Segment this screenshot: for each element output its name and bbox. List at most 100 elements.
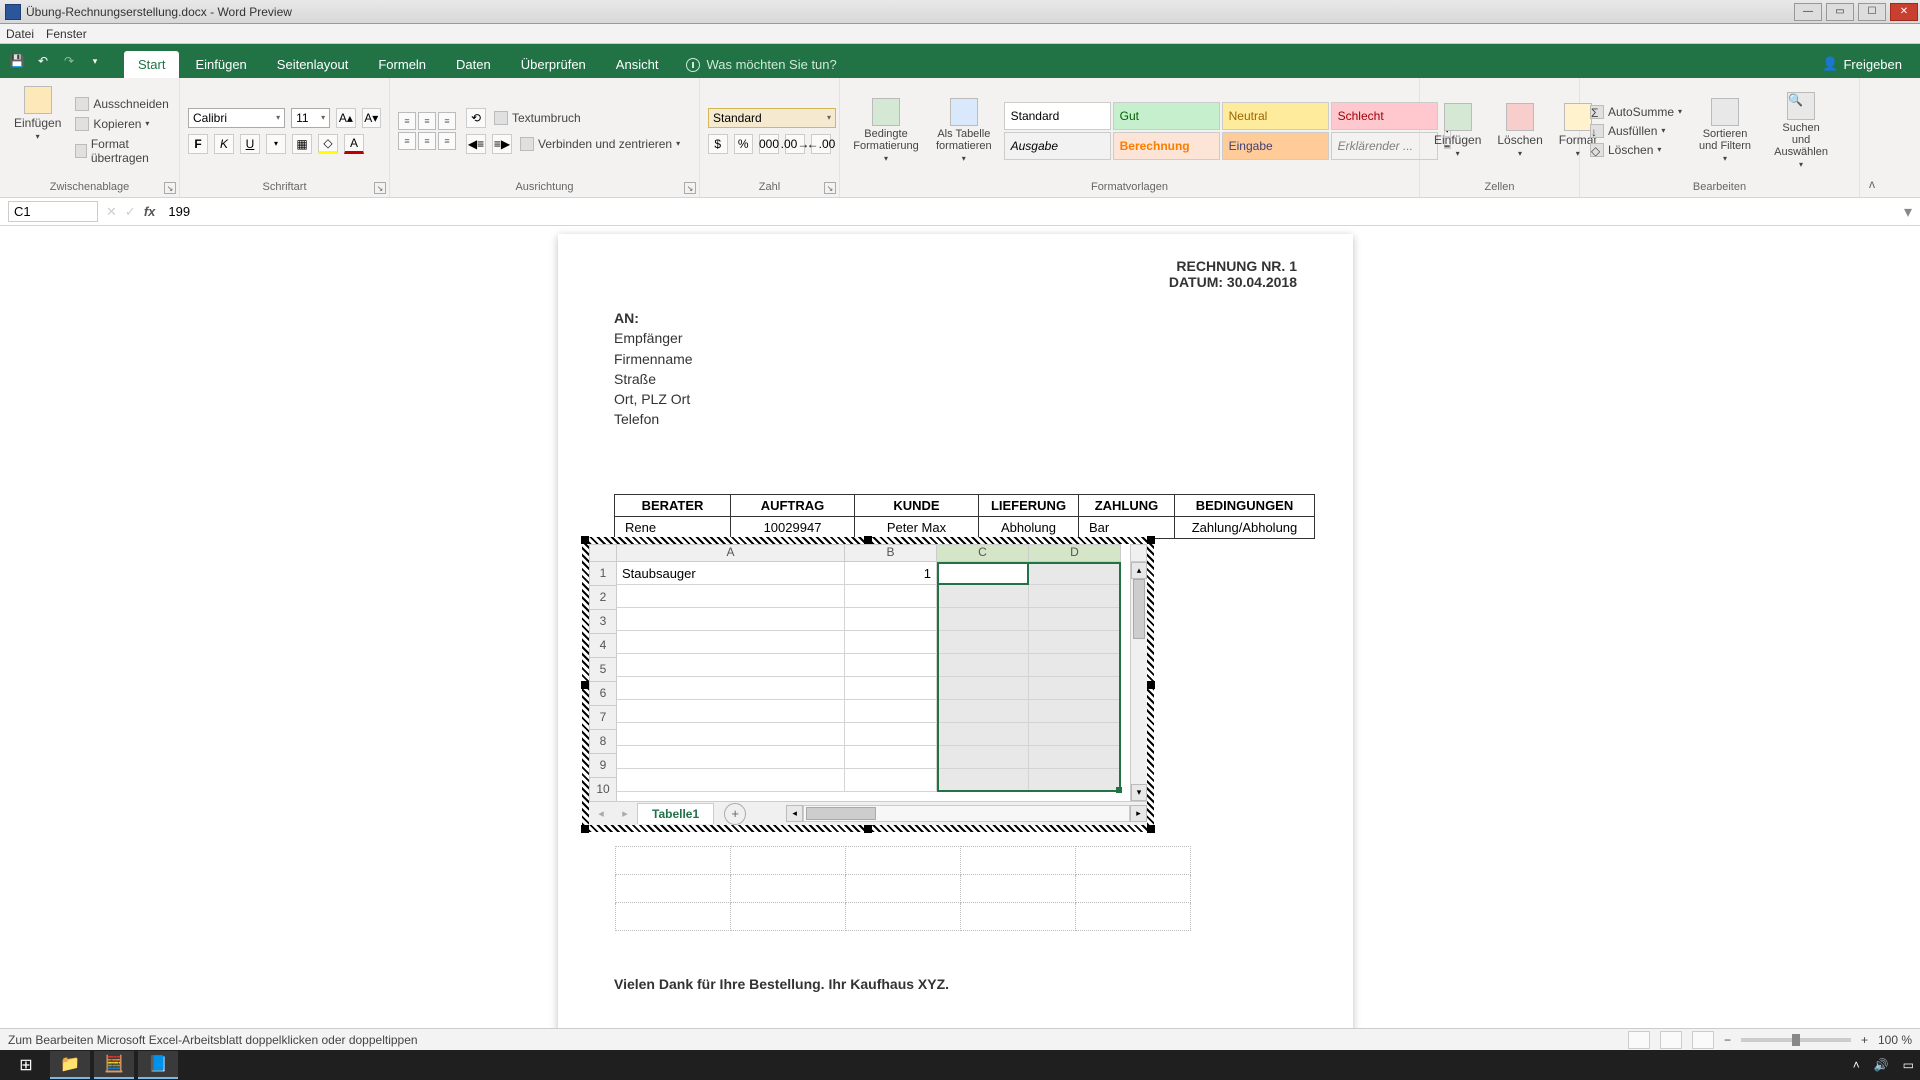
collapse-ribbon-button[interactable]: ʌ <box>1860 78 1884 197</box>
format-painter-button[interactable]: Format übertragen <box>73 136 171 166</box>
row-head-9[interactable]: 9 <box>589 754 617 778</box>
row-head-6[interactable]: 6 <box>589 682 617 706</box>
view-page-break-button[interactable] <box>1692 1031 1714 1049</box>
cell-a7[interactable] <box>617 700 845 723</box>
enter-formula-button[interactable]: ✓ <box>125 204 136 220</box>
hscroll-thumb[interactable] <box>806 807 876 820</box>
tab-start[interactable]: Start <box>124 51 179 78</box>
increase-decimal-button[interactable]: .00→ <box>785 134 805 154</box>
increase-indent-button[interactable]: ≡▶ <box>492 134 512 154</box>
number-launcher[interactable]: ↘ <box>824 182 836 194</box>
row-head-10[interactable]: 10 <box>589 778 617 801</box>
italic-button[interactable]: K <box>214 134 234 154</box>
clipboard-launcher[interactable]: ↘ <box>164 182 176 194</box>
conditional-formatting-button[interactable]: Bedingte Formatierung▾ <box>848 94 924 167</box>
paste-button[interactable]: Einfügen ▾ <box>8 82 67 179</box>
cell-d7[interactable] <box>1029 700 1121 723</box>
row-head-2[interactable]: 2 <box>589 586 617 610</box>
merge-center-button[interactable]: Verbinden und zentrieren▾ <box>518 136 682 152</box>
tab-ansicht[interactable]: Ansicht <box>602 51 673 78</box>
row-head-5[interactable]: 5 <box>589 658 617 682</box>
fill-button[interactable]: ↓Ausfüllen▾ <box>1588 123 1684 139</box>
cell-styles-gallery[interactable]: Standard Gut Neutral Schlecht Ausgabe Be… <box>1004 102 1438 160</box>
cell-a3[interactable] <box>617 608 845 631</box>
cell-a9[interactable] <box>617 746 845 769</box>
orientation-button[interactable]: ⟲ <box>466 108 486 128</box>
row-head-1[interactable]: 1 <box>589 562 617 586</box>
cell-b2[interactable] <box>845 585 937 608</box>
comma-format-button[interactable]: 000 <box>759 134 779 154</box>
cell-d3[interactable] <box>1029 608 1121 631</box>
col-head-b[interactable]: B <box>845 544 937 562</box>
cell-c6[interactable] <box>937 677 1029 700</box>
cell-a2[interactable] <box>617 585 845 608</box>
cell-d1[interactable] <box>1029 562 1121 585</box>
align-center-button[interactable]: ≡ <box>418 132 436 150</box>
taskbar-app-1[interactable]: 📁 <box>50 1051 90 1079</box>
font-color-button[interactable]: A <box>344 134 364 154</box>
cell-a4[interactable] <box>617 631 845 654</box>
underline-button[interactable]: U <box>240 134 260 154</box>
tab-nav-prev[interactable]: ▸ <box>613 807 637 820</box>
decrease-font-button[interactable]: A▾ <box>362 108 381 128</box>
underline-more-button[interactable]: ▾ <box>266 134 286 154</box>
restore-button[interactable]: ▭ <box>1826 3 1854 21</box>
style-ausgabe[interactable]: Ausgabe <box>1004 132 1111 160</box>
align-left-button[interactable]: ≡ <box>398 132 416 150</box>
wrap-text-button[interactable]: Textumbruch <box>492 110 583 126</box>
copy-button[interactable]: Kopieren▾ <box>73 116 171 132</box>
increase-font-button[interactable]: A▴ <box>336 108 355 128</box>
embedded-excel-object[interactable]: A B C D 1 2 3 4 5 6 7 <box>582 537 1154 832</box>
bold-button[interactable]: F <box>188 134 208 154</box>
cell-a5[interactable] <box>617 654 845 677</box>
style-gut[interactable]: Gut <box>1113 102 1220 130</box>
decrease-decimal-button[interactable]: ←.00 <box>811 134 831 154</box>
cell-d5[interactable] <box>1029 654 1121 677</box>
zoom-slider[interactable] <box>1741 1038 1851 1042</box>
cell-a10[interactable] <box>617 769 845 792</box>
tab-formeln[interactable]: Formeln <box>364 51 440 78</box>
tray-volume-icon[interactable]: 🔊 <box>1874 1058 1889 1072</box>
cell-d10[interactable] <box>1029 769 1121 792</box>
menu-datei[interactable]: Datei <box>6 27 34 41</box>
cell-a1[interactable]: Staubsauger <box>617 562 845 585</box>
close-button[interactable]: ✕ <box>1890 3 1918 21</box>
number-format-dropdown[interactable]: Standard▾ <box>708 108 836 128</box>
style-eingabe[interactable]: Eingabe <box>1222 132 1329 160</box>
find-select-button[interactable]: 🔍Suchen und Auswählen▾ <box>1766 88 1836 173</box>
cell-c10[interactable] <box>937 769 1029 792</box>
cell-b4[interactable] <box>845 631 937 654</box>
cell-c8[interactable] <box>937 723 1029 746</box>
cell-c4[interactable] <box>937 631 1029 654</box>
select-all-corner[interactable] <box>589 544 617 562</box>
font-name-dropdown[interactable]: Calibri▾ <box>188 108 285 128</box>
style-neutral[interactable]: Neutral <box>1222 102 1329 130</box>
cut-button[interactable]: Ausschneiden <box>73 96 171 112</box>
cell-c9[interactable] <box>937 746 1029 769</box>
delete-cells-button[interactable]: Löschen▾ <box>1491 99 1548 162</box>
qat-customize-icon[interactable]: ▾ <box>86 52 104 70</box>
qat-save-icon[interactable]: 💾 <box>8 52 26 70</box>
align-right-button[interactable]: ≡ <box>438 132 456 150</box>
tray-expand-icon[interactable]: ˄ <box>1853 1058 1860 1072</box>
tab-nav-first[interactable]: ◂ <box>589 807 613 820</box>
row-head-7[interactable]: 7 <box>589 706 617 730</box>
alignment-launcher[interactable]: ↘ <box>684 182 696 194</box>
tell-me-search[interactable]: Was möchten Sie tun? <box>674 51 848 78</box>
fill-color-button[interactable]: ◇ <box>318 134 338 154</box>
font-launcher[interactable]: ↘ <box>374 182 386 194</box>
maximize-button[interactable]: ☐ <box>1858 3 1886 21</box>
zoom-out-button[interactable]: − <box>1724 1033 1731 1047</box>
font-size-dropdown[interactable]: 11▾ <box>291 108 330 128</box>
sheet-tab-1[interactable]: Tabelle1 <box>637 803 714 824</box>
cancel-formula-button[interactable]: ✕ <box>106 204 117 220</box>
expand-formula-bar[interactable]: ▾ <box>1904 202 1912 222</box>
share-button[interactable]: 👤 Freigeben <box>1812 50 1912 78</box>
cell-d8[interactable] <box>1029 723 1121 746</box>
minimize-button[interactable]: — <box>1794 3 1822 21</box>
cell-b1[interactable]: 1 <box>845 562 937 585</box>
cell-d9[interactable] <box>1029 746 1121 769</box>
tab-ueberpruefen[interactable]: Überprüfen <box>507 51 600 78</box>
view-normal-button[interactable] <box>1628 1031 1650 1049</box>
sort-filter-button[interactable]: Sortieren und Filtern▾ <box>1690 94 1760 167</box>
